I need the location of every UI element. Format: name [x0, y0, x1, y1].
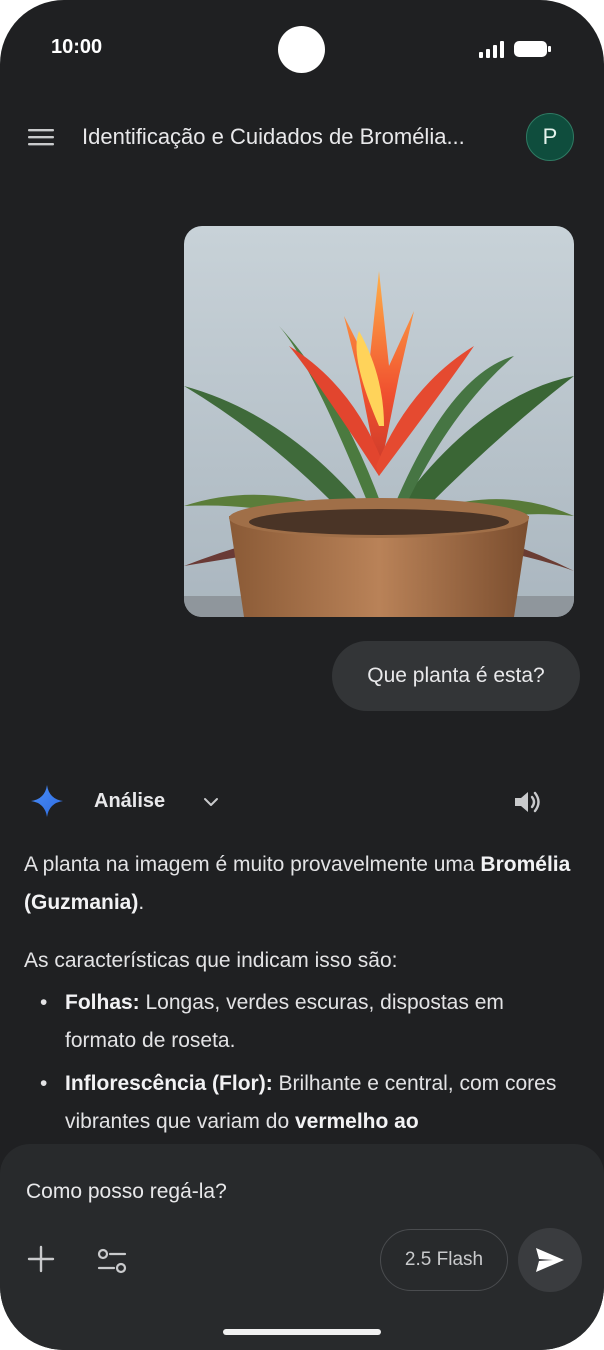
input-panel: [0, 1144, 604, 1350]
characteristics-list: • Folhas: Longas, verdes escuras, dispost…: [24, 984, 572, 1141]
list-item: • Folhas: Longas, verdes escuras, dispost…: [40, 991, 504, 1052]
home-indicator: [223, 1329, 381, 1335]
characteristics-intro: As características que indicam isso são:: [24, 949, 398, 972]
send-button[interactable]: [518, 1228, 582, 1292]
user-message-bubble: Que planta é esta?: [332, 641, 580, 711]
send-icon: [536, 1248, 564, 1272]
list-item: • Inflorescência (Flor): Brilhante e cent…: [40, 1072, 557, 1133]
response-header: Análise: [0, 778, 604, 824]
avatar[interactable]: P: [526, 113, 574, 161]
plus-icon[interactable]: [26, 1244, 56, 1274]
conversation-title[interactable]: Identificação e Cuidados de Bromélia...: [82, 124, 518, 150]
status-bar: 10:00: [0, 0, 604, 96]
user-uploaded-image[interactable]: [184, 226, 574, 617]
tools-icon[interactable]: [96, 1246, 128, 1276]
speaker-icon[interactable]: [511, 786, 543, 818]
phone-screen: 10:00 Identificação e Cuidados de Bromél…: [0, 0, 604, 1350]
model-selector-button[interactable]: 2.5 Flash: [380, 1229, 508, 1291]
prompt-input[interactable]: [26, 1176, 546, 1208]
top-app-bar: Identificação e Cuidados de Bromélia... …: [0, 104, 604, 170]
camera-cutout: [278, 26, 325, 73]
menu-icon[interactable]: [26, 125, 56, 149]
status-time: 10:00: [51, 36, 103, 58]
signal-icon: [479, 41, 504, 58]
battery-icon: [514, 41, 551, 57]
gemini-spark-icon: [31, 785, 63, 817]
response-mode-label[interactable]: Análise: [94, 790, 165, 813]
bromeliad-plant-photo: [184, 226, 574, 617]
chevron-down-icon[interactable]: [201, 792, 221, 812]
assistant-response: A planta na imagem é muito provavelmente…: [24, 846, 572, 1146]
response-paragraph: A planta na imagem é muito provavelmente…: [24, 853, 571, 914]
